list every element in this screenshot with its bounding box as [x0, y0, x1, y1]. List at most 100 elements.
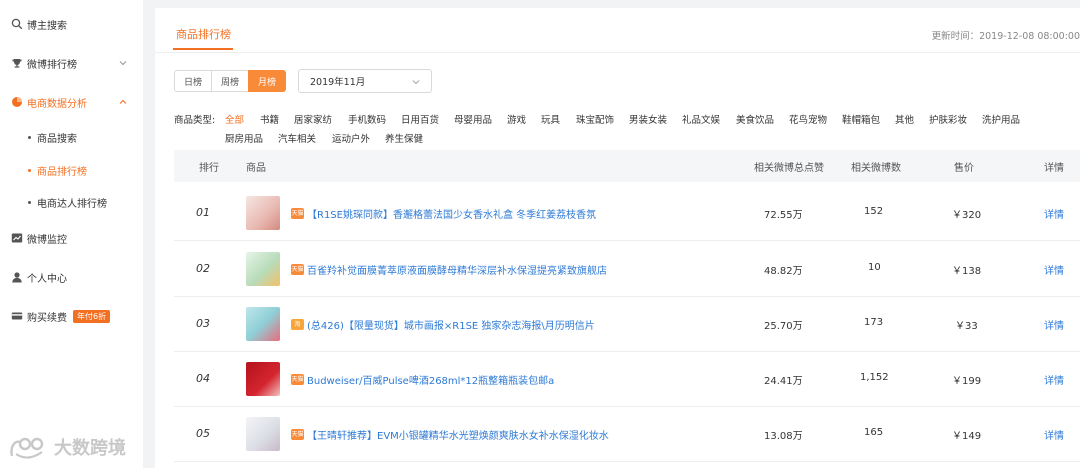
category-food[interactable]: 美食饮品	[736, 111, 774, 130]
nav-ecommerce-analysis[interactable]: 电商数据分析	[0, 91, 143, 113]
table-row: 01 天猫 【R1SE姚琛同款】香邂格蕾法国少女香水礼盒 冬季红姜荔枝香氛 72…	[174, 186, 1080, 241]
table-row: 04 天猫 Budweiser/百威Pulse啤酒268ml*12瓶整箱瓶装包邮…	[174, 352, 1080, 407]
posts-value: 1,152	[860, 372, 889, 383]
nav-blogger-search[interactable]: 博主搜索	[0, 13, 143, 35]
header-rank: 排行	[199, 163, 219, 174]
likes-value: 24.41万	[764, 376, 803, 387]
header-posts: 相关微博数	[851, 163, 901, 174]
category-jewelry[interactable]: 珠宝配饰	[576, 111, 614, 130]
nav-purchase-renew[interactable]: 购买续费 年付6折	[0, 305, 143, 327]
category-pets[interactable]: 花鸟宠物	[789, 111, 827, 130]
detail-link[interactable]: 详情	[1044, 262, 1064, 277]
product-image[interactable]	[246, 196, 280, 230]
category-apparel[interactable]: 男装女装	[629, 111, 667, 130]
rank-number: 01	[196, 206, 210, 219]
detail-link[interactable]: 详情	[1044, 427, 1064, 442]
category-games[interactable]: 游戏	[507, 111, 526, 130]
price-value: ￥33	[955, 321, 978, 332]
period-weekly-button[interactable]: 周榜	[211, 70, 249, 92]
table-header: 排行 商品 相关微博总点赞 相关微博数 售价 详情	[174, 150, 1080, 182]
rank-number: 02	[196, 262, 210, 275]
category-kitchen[interactable]: 厨房用品	[225, 130, 263, 149]
product-image[interactable]	[246, 252, 280, 286]
watermark: 大数跨境	[8, 434, 126, 460]
bullet-icon	[28, 168, 31, 172]
category-toys[interactable]: 玩具	[541, 111, 560, 130]
subnav-label: 电商达人排行榜	[37, 198, 107, 210]
category-other[interactable]: 其他	[895, 111, 914, 130]
nav-label: 微博排行榜	[27, 59, 77, 71]
month-select-value: 2019年11月	[310, 77, 366, 88]
posts-value: 10	[868, 262, 881, 273]
price-value: ￥320	[952, 210, 982, 221]
shop-tag-icon: 天猫	[291, 264, 304, 275]
category-home-textiles[interactable]: 居家家纺	[294, 111, 332, 130]
nav-weibo-ranking[interactable]: 微博排行榜	[0, 52, 143, 74]
card-icon	[11, 310, 23, 322]
pie-chart-icon	[11, 96, 23, 108]
posts-value: 152	[864, 206, 884, 217]
category-baby[interactable]: 母婴用品	[454, 111, 492, 130]
category-health[interactable]: 养生保健	[385, 130, 423, 149]
period-switcher: 日榜 周榜 月榜	[174, 70, 286, 92]
main-panel: 商品排行榜 更新时间：2019-12-08 08:00:00 日榜 周榜 月榜 …	[155, 8, 1080, 468]
category-daily-goods[interactable]: 日用百货	[401, 111, 439, 130]
subnav-product-search[interactable]: 商品搜索	[0, 127, 143, 147]
category-all[interactable]: 全部	[225, 111, 244, 130]
chevron-up-icon	[117, 96, 129, 108]
detail-link[interactable]: 详情	[1044, 206, 1064, 221]
product-image[interactable]	[246, 417, 280, 451]
likes-value: 13.08万	[764, 431, 803, 442]
bullet-icon	[28, 200, 31, 204]
nav-label: 博主搜索	[27, 20, 67, 32]
category-books[interactable]: 书籍	[260, 111, 279, 130]
header-detail: 详情	[1044, 163, 1064, 174]
header-price: 售价	[954, 163, 974, 174]
category-label: 商品类型:	[174, 115, 216, 126]
period-daily-button[interactable]: 日榜	[174, 70, 212, 92]
subnav-influencer-ranking[interactable]: 电商达人排行榜	[0, 192, 143, 212]
category-gifts[interactable]: 礼品文娱	[682, 111, 720, 130]
product-title-link[interactable]: Budweiser/百威Pulse啤酒268ml*12瓶整箱瓶装包邮a	[307, 372, 554, 387]
category-digital[interactable]: 手机数码	[348, 111, 386, 130]
watermark-text: 大数跨境	[54, 438, 126, 459]
category-auto[interactable]: 汽车相关	[278, 130, 316, 149]
nav-label: 电商数据分析	[27, 98, 87, 110]
product-title-link[interactable]: 百雀羚补觉面膜菁萃原液面膜酵母精华深层补水保湿提亮紧致旗舰店	[307, 262, 607, 277]
trophy-icon	[11, 57, 23, 69]
product-image[interactable]	[246, 307, 280, 341]
detail-link[interactable]: 详情	[1044, 317, 1064, 332]
product-title-link[interactable]: 【王晴轩推荐】EVM小银罐精华水光塑焕颜爽肤水女补水保湿化妆水	[307, 427, 609, 442]
shop-tag-icon: 淘	[291, 319, 304, 330]
search-icon	[11, 18, 23, 30]
nav-weibo-monitor[interactable]: 微博监控	[0, 227, 143, 249]
price-value: ￥138	[952, 266, 982, 277]
nav-profile[interactable]: 个人中心	[0, 266, 143, 288]
month-select[interactable]: 2019年11月	[298, 69, 432, 93]
chevron-down-icon	[411, 77, 421, 87]
tab-product-ranking[interactable]: 商品排行榜	[176, 26, 231, 42]
period-monthly-button[interactable]: 月榜	[248, 70, 286, 92]
line-chart-icon	[11, 232, 23, 244]
nav-label: 微博监控	[27, 234, 67, 246]
posts-value: 173	[864, 317, 884, 328]
posts-value: 165	[864, 427, 884, 438]
chevron-down-icon	[117, 57, 129, 69]
subnav-product-ranking[interactable]: 商品排行榜	[0, 160, 143, 180]
category-outdoor[interactable]: 运动户外	[332, 130, 370, 149]
price-value: ￥149	[952, 431, 982, 442]
category-bags[interactable]: 鞋帽箱包	[842, 111, 880, 130]
table-row: 02 天猫 百雀羚补觉面膜菁萃原液面膜酵母精华深层补水保湿提亮紧致旗舰店 48.…	[174, 242, 1080, 297]
shop-tag-icon: 天猫	[291, 208, 304, 219]
category-cosmetics[interactable]: 护肤彩妆	[929, 111, 967, 130]
product-title-link[interactable]: (总426)【限量现货】城市画报×R1SE 独家杂志海报\月历明信片	[307, 317, 595, 332]
rank-number: 04	[196, 372, 210, 385]
product-image[interactable]	[246, 362, 280, 396]
table-row: 03 淘 (总426)【限量现货】城市画报×R1SE 独家杂志海报\月历明信片 …	[174, 297, 1080, 352]
nav-label: 购买续费	[27, 312, 67, 324]
category-personal-care[interactable]: 洗护用品	[982, 111, 1020, 130]
shop-tag-icon: 天猫	[291, 374, 304, 385]
watermark-logo-icon	[8, 434, 48, 460]
detail-link[interactable]: 详情	[1044, 372, 1064, 387]
product-title-link[interactable]: 【R1SE姚琛同款】香邂格蕾法国少女香水礼盒 冬季红姜荔枝香氛	[307, 206, 596, 221]
